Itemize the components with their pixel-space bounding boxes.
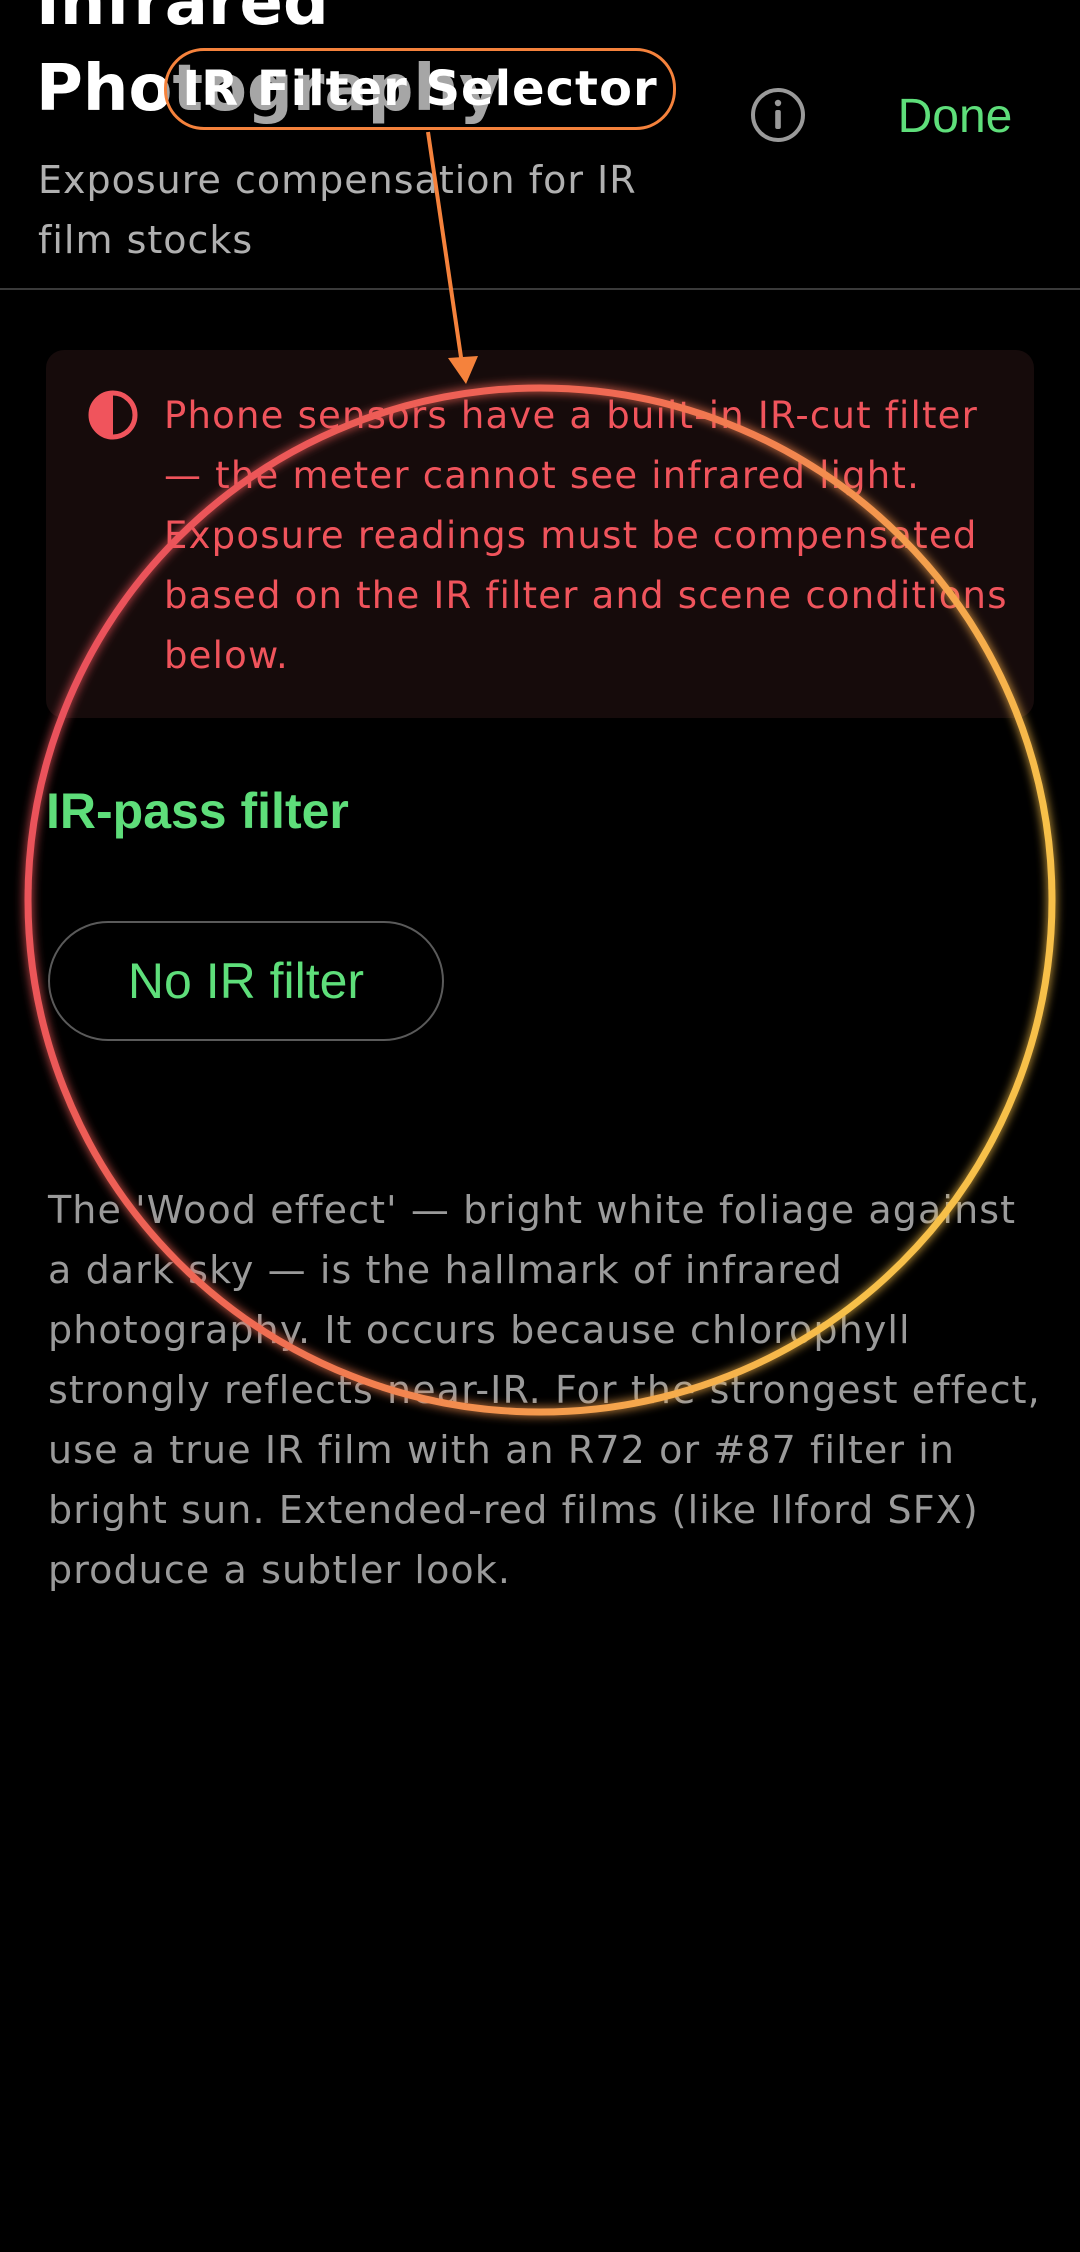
info-icon (751, 88, 805, 142)
highlight-overlay (24, 131, 1056, 1416)
warning-text: Phone sensors have a built-in IR-cut fil… (164, 394, 1008, 677)
callout-label: IR Filter Selector (164, 48, 676, 130)
ir-filter-selector[interactable]: No IR filter (48, 921, 444, 1041)
ir-warning-card: Phone sensors have a built-in IR-cut fil… (46, 350, 1034, 718)
done-button[interactable]: Done (860, 76, 1050, 156)
header-divider (0, 288, 1080, 290)
ir-filter-heading: IR-pass filter (46, 783, 349, 839)
info-button[interactable] (748, 85, 808, 145)
half-circle-icon (88, 390, 138, 440)
page-subtitle: Exposure compensation for IR film stocks (38, 158, 637, 262)
wood-effect-description: The 'Wood effect' — bright white foliage… (48, 1188, 1041, 1592)
